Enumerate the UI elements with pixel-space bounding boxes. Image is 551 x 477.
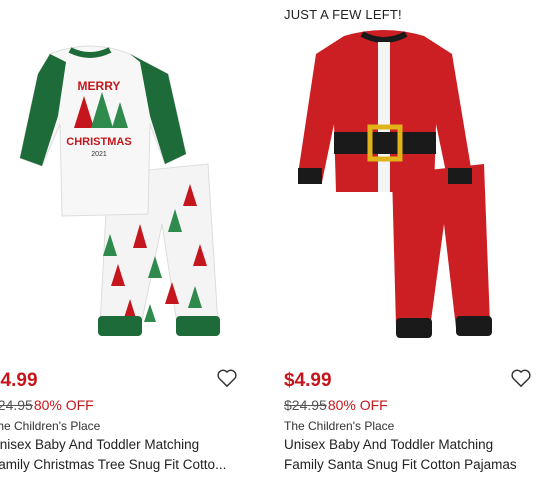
svg-text:2021: 2021	[91, 151, 107, 158]
product-card-christmas-tree[interactable]: MERRY CHRISTMAS 2021 $4.99 $24.9580% OFF…	[0, 0, 250, 477]
original-price: $24.95	[284, 397, 327, 413]
product-title-link[interactable]: Unisex Baby And Toddler Matching Family …	[284, 435, 544, 475]
svg-text:CHRISTMAS: CHRISTMAS	[66, 136, 131, 148]
product-card-santa[interactable]: JUST A FEW LEFT! $4.99 $24.9580% OFF The…	[284, 0, 544, 477]
sale-price: $4.99	[284, 370, 332, 391]
favorite-button[interactable]	[216, 368, 238, 388]
product-title-line-1: Unisex Baby And Toddler Matching	[0, 437, 200, 452]
product-title-link[interactable]: Unisex Baby And Toddler Matching Family …	[0, 435, 250, 475]
stock-badge: JUST A FEW LEFT!	[284, 7, 402, 22]
brand-name: The Children's Place	[284, 419, 395, 433]
discount-label: 80% OFF	[327, 397, 388, 413]
brand-name: The Children's Place	[0, 419, 101, 433]
heart-outline-icon	[511, 369, 531, 388]
svg-text:MERRY: MERRY	[78, 79, 121, 93]
product-title-line-1: Unisex Baby And Toddler Matching	[284, 437, 494, 452]
product-image[interactable]	[284, 24, 534, 350]
product-title-line-2: Family Christmas Tree Snug Fit Cotto...	[0, 457, 227, 472]
favorite-button[interactable]	[510, 368, 532, 388]
product-title-line-2: Family Santa Snug Fit Cotton Pajamas	[284, 457, 517, 472]
sale-price: $4.99	[0, 370, 38, 391]
heart-outline-icon	[217, 369, 237, 388]
santa-pajamas-illustration	[298, 30, 492, 338]
christmas-tree-pajamas-illustration: MERRY CHRISTMAS 2021	[19, 45, 220, 336]
discount-label: 80% OFF	[33, 397, 94, 413]
original-price: $24.95	[0, 397, 33, 413]
product-image[interactable]: MERRY CHRISTMAS 2021	[0, 24, 240, 350]
